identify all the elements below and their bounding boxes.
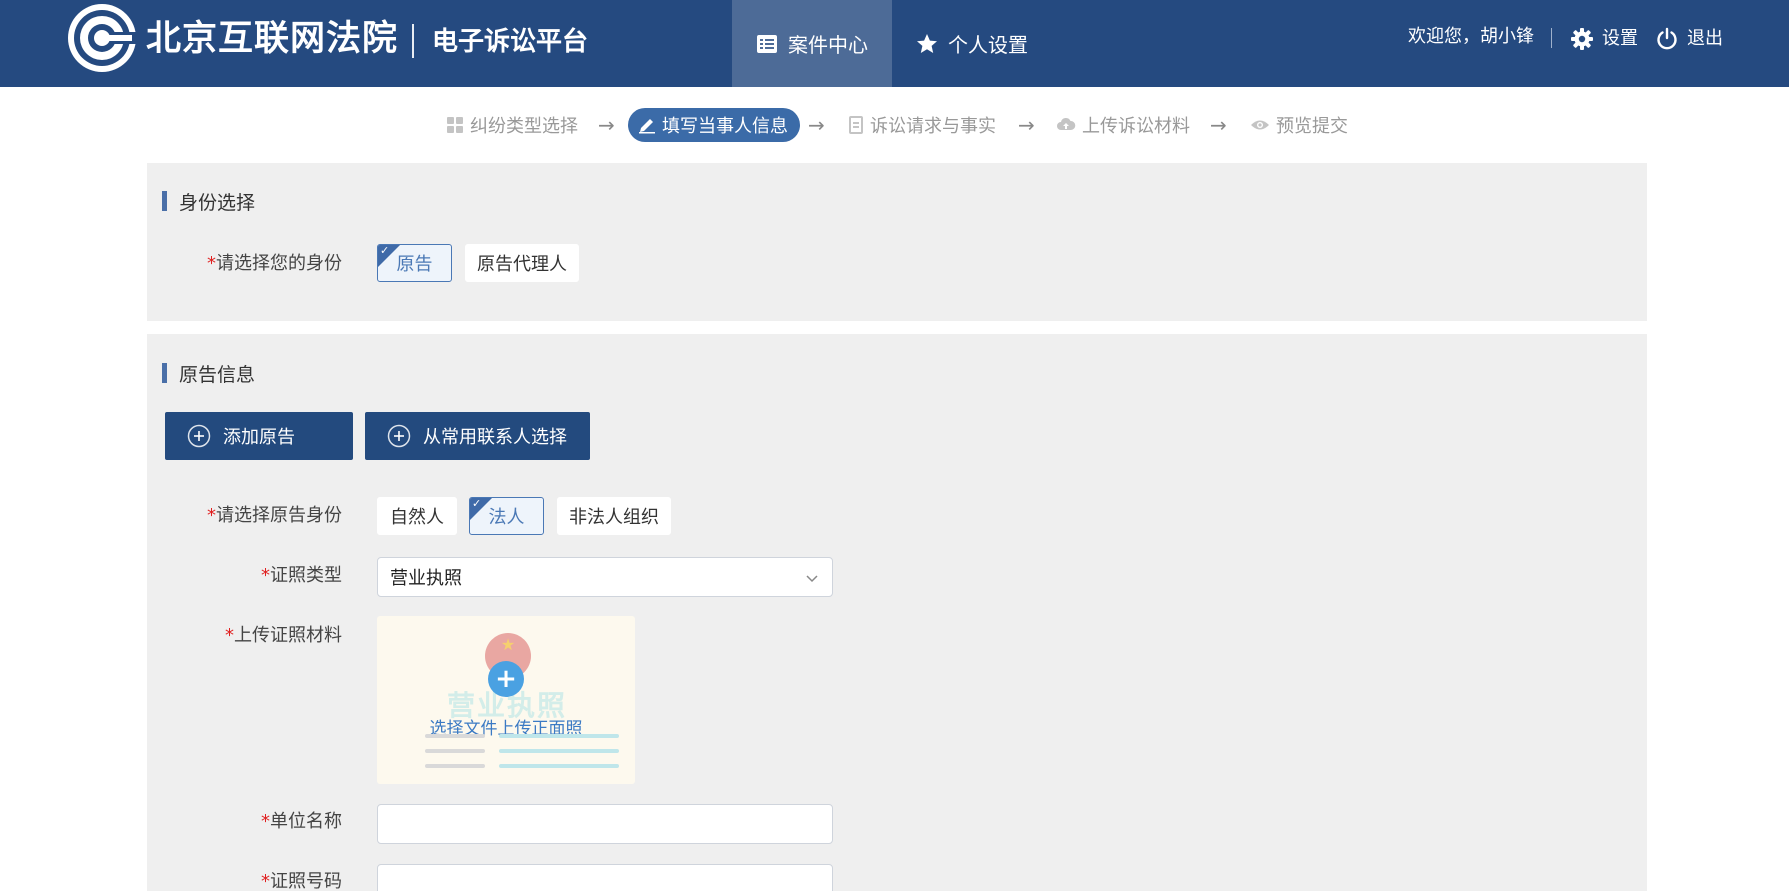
placeholder-line [499, 764, 619, 768]
cert-type-select[interactable]: 营业执照 [377, 557, 833, 597]
settings-link[interactable]: 设置 [1570, 24, 1638, 54]
identity-option-plaintiff-label: 原告 [396, 254, 433, 275]
org-name-label-text: 单位名称 [270, 811, 342, 832]
placeholder-line [425, 764, 485, 768]
step-upload-materials[interactable]: 上传诉讼材料 [1056, 108, 1190, 142]
nav-case-center-label: 案件中心 [788, 33, 868, 57]
nav-case-center[interactable]: 案件中心 [732, 0, 892, 87]
placeholder-line [499, 734, 619, 738]
required-mark: * [225, 625, 234, 646]
upload-cert-front[interactable]: ★ 营业执照 + 选择文件上传正面照 [377, 616, 635, 784]
identity-section-title: 身份选择 [162, 190, 256, 214]
identity-option-agent[interactable]: 原告代理人 [465, 244, 579, 282]
required-mark: * [207, 505, 216, 526]
cert-type-label-text: 证照类型 [270, 565, 342, 586]
plus-circle-icon [387, 424, 411, 448]
required-mark: * [261, 565, 270, 586]
nav-personal-settings-label: 个人设置 [948, 33, 1028, 57]
step-arrow-icon: → [598, 113, 615, 137]
plaintiff-type-legal-person-label: 法人 [488, 507, 525, 528]
placeholder-line [499, 749, 619, 753]
plus-circle-icon [187, 424, 211, 448]
grid-icon [447, 117, 463, 133]
step-arrow-icon: → [1018, 113, 1035, 137]
document-icon [849, 116, 863, 134]
settings-label: 设置 [1602, 28, 1638, 49]
step-dispute-type-label: 纠纷类型选择 [470, 116, 578, 137]
pencil-icon [639, 119, 655, 134]
progress-steps: 纠纷类型选择 → 填写当事人信息 → 诉讼请求与事实 → 上传诉讼材料 → 预览… [0, 108, 1789, 144]
identity-panel: 身份选择 *请选择您的身份 ✓ 原告 原告代理人 [147, 163, 1647, 321]
required-mark: * [207, 253, 216, 274]
step-preview-submit-label: 预览提交 [1276, 116, 1348, 137]
required-mark: * [261, 871, 270, 891]
plaintiff-type-legal-person[interactable]: ✓ 法人 [469, 497, 544, 535]
header-divider [1551, 28, 1552, 48]
identity-section-title-text: 身份选择 [179, 191, 256, 214]
upload-cert-label-text: 上传证照材料 [234, 625, 342, 646]
plaintiff-panel: 原告信息 添加原告 从常用联系人选择 *请选择原告身份 自然人 ✓ 法人 非法人… [147, 334, 1647, 891]
plaintiff-type-unincorporated-org-label: 非法人组织 [569, 507, 659, 528]
step-preview-submit[interactable]: 预览提交 [1250, 108, 1348, 142]
power-icon [1657, 27, 1677, 50]
check-icon: ✓ [472, 497, 482, 510]
check-icon: ✓ [380, 244, 390, 257]
upload-cert-label: *上传证照材料 [147, 624, 342, 648]
org-name-input[interactable] [377, 804, 833, 844]
cert-number-input[interactable] [377, 864, 833, 891]
identity-label: *请选择您的身份 [147, 252, 342, 276]
welcome-text: 欢迎您，胡小锋 [1408, 26, 1534, 47]
plaintiff-section-title-text: 原告信息 [179, 363, 256, 386]
chevron-down-icon [806, 575, 818, 583]
upload-plus-icon: + [488, 661, 524, 697]
cert-type-value: 营业执照 [390, 568, 462, 589]
star-icon [917, 33, 937, 53]
eye-icon [1251, 120, 1269, 130]
top-header: 北京互联网法院 电子诉讼平台 案件中心 个人设置 欢迎您，胡小锋 设置 退出 [0, 0, 1789, 87]
list-icon [757, 34, 777, 53]
nav-personal-settings[interactable]: 个人设置 [892, 0, 1052, 87]
platform-name: 电子诉讼平台 [432, 27, 589, 57]
cloud-upload-icon [1057, 117, 1076, 130]
cert-number-label-text: 证照号码 [270, 871, 342, 891]
step-claims-facts-label: 诉讼请求与事实 [870, 116, 996, 137]
section-marker [162, 191, 167, 211]
add-plaintiff-label: 添加原告 [223, 427, 295, 448]
identity-option-agent-label: 原告代理人 [477, 254, 567, 275]
step-arrow-icon: → [808, 113, 825, 137]
org-name-label: *单位名称 [147, 810, 342, 834]
placeholder-line [425, 734, 485, 738]
placeholder-line [425, 749, 485, 753]
plaintiff-type-label: *请选择原告身份 [147, 504, 342, 528]
gear-icon [1571, 28, 1593, 50]
identity-option-plaintiff[interactable]: ✓ 原告 [377, 244, 452, 282]
step-arrow-icon: → [1210, 113, 1227, 137]
step-party-info-label: 填写当事人信息 [662, 116, 788, 137]
step-claims-facts[interactable]: 诉讼请求与事实 [848, 108, 996, 142]
cert-number-label: *证照号码 [147, 870, 342, 891]
plaintiff-section-title: 原告信息 [162, 362, 256, 386]
court-logo-icon [68, 4, 138, 72]
add-plaintiff-button[interactable]: 添加原告 [165, 412, 353, 460]
plaintiff-type-unincorporated-org[interactable]: 非法人组织 [557, 497, 671, 535]
logout-label: 退出 [1687, 28, 1723, 49]
title-divider [412, 24, 414, 58]
plaintiff-type-natural-person[interactable]: 自然人 [377, 497, 457, 535]
select-from-contacts-button[interactable]: 从常用联系人选择 [365, 412, 590, 460]
step-party-info[interactable]: 填写当事人信息 [628, 108, 800, 142]
required-mark: * [261, 811, 270, 832]
court-name: 北京互联网法院 [146, 19, 399, 59]
section-marker [162, 363, 167, 383]
identity-label-text: 请选择您的身份 [216, 253, 342, 274]
select-from-contacts-label: 从常用联系人选择 [423, 427, 567, 448]
step-dispute-type[interactable]: 纠纷类型选择 [446, 108, 578, 142]
plaintiff-type-label-text: 请选择原告身份 [216, 505, 342, 526]
cert-type-label: *证照类型 [147, 564, 342, 588]
logout-link[interactable]: 退出 [1655, 24, 1723, 54]
step-upload-materials-label: 上传诉讼材料 [1082, 116, 1190, 137]
plaintiff-type-natural-person-label: 自然人 [390, 507, 444, 528]
